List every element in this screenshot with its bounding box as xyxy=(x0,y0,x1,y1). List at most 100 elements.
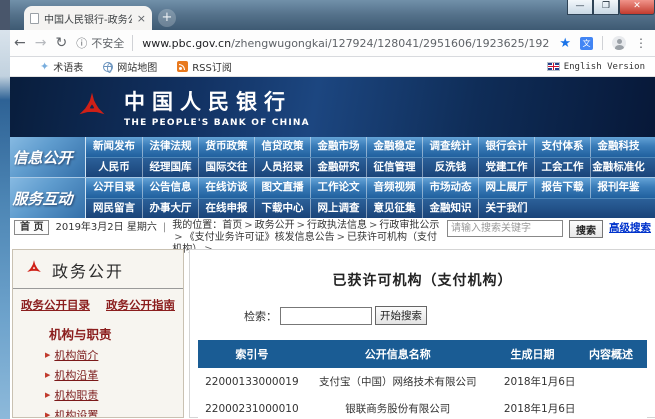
home-button[interactable]: 首 页 xyxy=(14,220,49,235)
new-tab-button[interactable]: + xyxy=(158,9,176,27)
english-version-link[interactable]: English Version xyxy=(547,62,645,72)
sidebar-link-catalog[interactable]: 政务公开目录 xyxy=(21,297,90,313)
advanced-search-link[interactable]: 高级搜索 xyxy=(609,220,651,236)
security-indicator[interactable]: ⓘ 不安全 xyxy=(76,35,133,51)
nav-item[interactable]: 意见征集 xyxy=(366,199,422,218)
nav-item[interactable]: 党建工作 xyxy=(478,158,534,177)
table-row: 22000133000019 支付宝（中国）网络技术有限公司 2018年1月6日 xyxy=(198,368,647,395)
date-divider: | xyxy=(163,220,166,235)
breadcrumb-item[interactable]: 行政执法信息 xyxy=(307,220,367,231)
nav-group-info-label[interactable]: 信息公开 xyxy=(0,137,86,177)
nav-item[interactable]: 国际交往 xyxy=(198,158,254,177)
nav-item[interactable]: 金融科技 xyxy=(590,137,646,157)
page-content: 政务公开 政务公开目录 政务公开指南 机构与职责 机构简介机构沿革机构职责机构设… xyxy=(0,244,655,418)
breadcrumb-item[interactable]: 《支付业务许可证》核发信息公告 xyxy=(185,232,335,243)
browser-toolbar: ← → ↻ ⓘ 不安全 www.pbc.gov.cn/zhengwugongka… xyxy=(0,30,655,57)
menu-dots-icon[interactable]: ⋮ xyxy=(635,36,647,50)
nav-item[interactable]: 报告下载 xyxy=(534,178,590,198)
nav-item[interactable]: 公告信息 xyxy=(142,178,198,198)
site-search-input[interactable] xyxy=(447,220,563,237)
tab-title: 中国人民银行-政务公开-行政执… xyxy=(44,11,132,26)
glossary-link[interactable]: ✦ 术语表 xyxy=(40,59,83,74)
minimize-button[interactable]: — xyxy=(567,0,593,15)
bookmark-star-icon[interactable]: ★ xyxy=(559,36,571,51)
nav-item[interactable]: 调查统计 xyxy=(422,137,478,157)
nav-item[interactable]: 工作论文 xyxy=(310,178,366,198)
translate-icon[interactable] xyxy=(580,37,593,50)
nav-item[interactable]: 金融稳定 xyxy=(366,137,422,157)
profile-icon[interactable] xyxy=(612,36,626,50)
nav-item[interactable]: 下载中心 xyxy=(254,199,310,218)
table-header-cell: 公开信息名称 xyxy=(306,346,490,362)
nav-item[interactable]: 报刊年鉴 xyxy=(590,178,646,198)
breadcrumb-separator: > xyxy=(172,232,184,243)
site-banner: 中国人民银行 THE PEOPLE'S BANK OF CHINA xyxy=(0,77,655,137)
nav-item[interactable]: 新闻发布 xyxy=(86,137,142,157)
nav-item[interactable]: 经理国库 xyxy=(142,158,198,177)
nav-group-info: 信息公开 新闻发布法律法规货币政策信贷政策金融市场金融稳定调查统计银行会计支付体… xyxy=(0,137,655,177)
browser-tab[interactable]: 中国人民银行-政务公开-行政执… × xyxy=(24,6,152,30)
sidebar-list-item[interactable]: 机构简介 xyxy=(45,347,183,363)
nav-item[interactable]: 金融市场 xyxy=(310,137,366,157)
sidebar-list-item[interactable]: 机构设置 xyxy=(45,407,183,418)
nav-item[interactable]: 网民留言 xyxy=(86,199,142,218)
nav-item[interactable]: 征信管理 xyxy=(366,158,422,177)
cell-index: 22000231000010 xyxy=(198,403,306,415)
nav-item[interactable]: 市场动态 xyxy=(422,178,478,198)
nav-item[interactable]: 图文直播 xyxy=(254,178,310,198)
tab-close-icon[interactable]: × xyxy=(137,13,146,24)
nav-item[interactable]: 金融标准化 xyxy=(590,158,646,177)
breadcrumb-item[interactable]: 政务公开 xyxy=(255,220,295,231)
nav-item[interactable]: 人员招录 xyxy=(254,158,310,177)
nav-group-service: 服务互动 公开目录公告信息在线访谈图文直播工作论文音频视频市场动态网上展厅报告下… xyxy=(0,177,655,218)
url-path: /zhengwugongkai/127924/128041/2951606/19… xyxy=(231,37,550,50)
maximize-button[interactable]: ❐ xyxy=(593,0,619,15)
nav-item[interactable]: 在线申报 xyxy=(198,199,254,218)
forward-icon[interactable]: → xyxy=(35,35,47,51)
toolbar-divider xyxy=(602,36,603,50)
nav-item[interactable]: 金融研究 xyxy=(310,158,366,177)
rss-icon xyxy=(177,61,188,72)
pbc-logo-icon xyxy=(72,87,112,127)
sitemap-link[interactable]: 网站地图 xyxy=(103,59,157,74)
nav-item[interactable]: 反洗钱 xyxy=(422,158,478,177)
security-label: 不安全 xyxy=(91,35,124,51)
nav-item[interactable]: 音频视频 xyxy=(366,178,422,198)
nav-item[interactable]: 在线访谈 xyxy=(198,178,254,198)
sidebar-logo-icon xyxy=(23,257,45,283)
sidebar-list-item[interactable]: 机构沿革 xyxy=(45,367,183,383)
sidebar-list-item[interactable]: 机构职责 xyxy=(45,387,183,403)
cell-name[interactable]: 支付宝（中国）网络技术有限公司 xyxy=(306,374,490,389)
rss-link[interactable]: RSS订阅 xyxy=(177,59,232,74)
nav-item[interactable]: 法律法规 xyxy=(142,137,198,157)
list-search-input[interactable] xyxy=(280,307,372,325)
list-search: 检索： 开始搜索 xyxy=(244,306,647,325)
nav-item[interactable]: 信贷政策 xyxy=(254,137,310,157)
address-bar[interactable]: www.pbc.gov.cn/zhengwugongkai/127924/128… xyxy=(142,37,550,50)
nav-item[interactable]: 关于我们 xyxy=(478,199,534,218)
nav-item[interactable]: 银行会计 xyxy=(478,137,534,157)
glossary-label: 术语表 xyxy=(53,59,83,74)
nav-item[interactable]: 网上展厅 xyxy=(478,178,534,198)
nav-item[interactable]: 人民币 xyxy=(86,158,142,177)
nav-item[interactable]: 网上调查 xyxy=(310,199,366,218)
cell-date: 2018年1月6日 xyxy=(490,374,575,389)
nav-group-service-label[interactable]: 服务互动 xyxy=(0,178,86,218)
start-search-button[interactable]: 开始搜索 xyxy=(375,306,427,325)
breadcrumb-item[interactable]: 首页 xyxy=(222,220,242,231)
sidebar-section-org: 机构与职责 xyxy=(49,324,183,343)
nav-item[interactable]: 货币政策 xyxy=(198,137,254,157)
page-title: 已获许可机构（支付机构） xyxy=(198,270,647,290)
sidebar-link-guide[interactable]: 政务公开指南 xyxy=(106,297,175,313)
close-button[interactable]: ✕ xyxy=(619,0,655,15)
back-icon[interactable]: ← xyxy=(14,35,26,51)
nav-item[interactable]: 办事大厅 xyxy=(142,199,198,218)
reload-icon[interactable]: ↻ xyxy=(55,35,67,51)
nav-item[interactable]: 工会工作 xyxy=(534,158,590,177)
nav-item[interactable]: 支付体系 xyxy=(534,137,590,157)
nav-item[interactable]: 公开目录 xyxy=(86,178,142,198)
site-search-button[interactable]: 搜索 xyxy=(569,220,603,238)
cell-name[interactable]: 银联商务股份有限公司 xyxy=(306,401,490,416)
breadcrumb-item[interactable]: 行政审批公示 xyxy=(379,220,439,231)
nav-item[interactable]: 金融知识 xyxy=(422,199,478,218)
